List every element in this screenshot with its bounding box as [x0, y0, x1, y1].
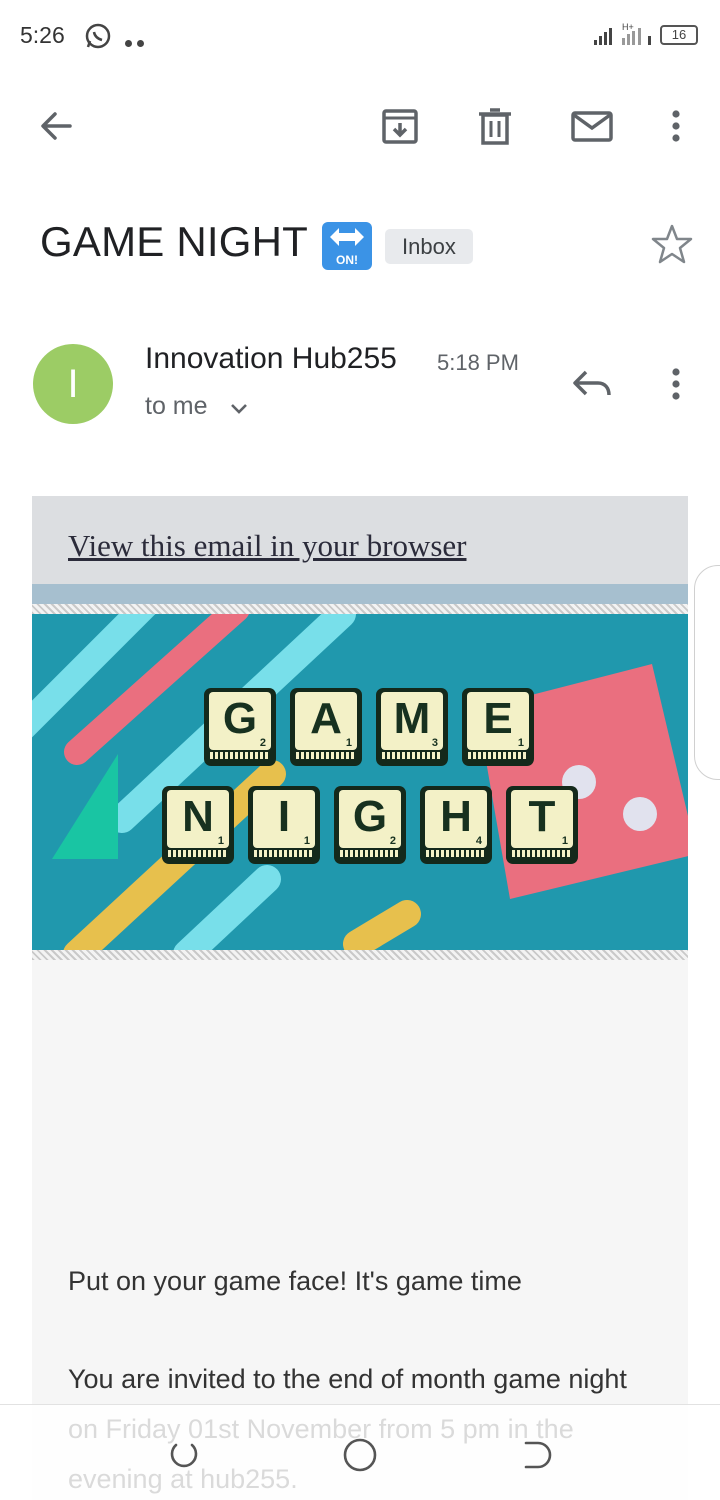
hatch-divider-top: [32, 604, 688, 614]
edge-panel-handle[interactable]: [694, 565, 720, 780]
battery-icon: 16: [660, 25, 698, 45]
arrow-left-icon: [41, 112, 72, 140]
letter-tile: E1: [462, 688, 534, 766]
game-night-banner: G2 A1 M3 E1 N1 I1 G2 H4 T 1: [32, 614, 688, 950]
tile-points: 1: [345, 737, 352, 749]
mail-icon: [571, 111, 613, 142]
tile-points: 1: [217, 835, 224, 847]
more-vertical-icon: [672, 110, 680, 142]
status-bar: 5:26 H+ 16: [0, 0, 720, 72]
left-right-arrow-icon: [330, 228, 364, 246]
letter-tile: A1: [290, 688, 362, 766]
header-strip: [32, 584, 688, 604]
back-nav-icon[interactable]: [516, 1435, 556, 1475]
notification-dots-icon: [125, 34, 149, 52]
letter-tile: G2: [334, 786, 406, 864]
more-options-button[interactable]: [646, 80, 706, 172]
email-body: View this email in your browser G2 A1 M3: [32, 496, 688, 1500]
emoji-label: ON!: [336, 253, 358, 267]
view-in-browser-bar: View this email in your browser: [32, 496, 688, 584]
tile-points: 1: [561, 835, 568, 847]
reply-button[interactable]: [568, 360, 616, 408]
hatch-divider-bottom: [32, 950, 688, 960]
status-time: 5:26: [20, 22, 65, 48]
mark-unread-button[interactable]: [562, 80, 622, 172]
star-button[interactable]: [648, 220, 696, 268]
tile-points: 2: [389, 835, 396, 847]
intro-paragraph: Put on your game face! It's game time: [68, 1266, 522, 1296]
back-button[interactable]: [26, 80, 86, 172]
signal-icon: H+: [594, 22, 651, 45]
recent-apps-icon[interactable]: [164, 1435, 204, 1475]
network-type: H+: [622, 22, 634, 32]
tile-points: 1: [517, 737, 524, 749]
tile-points: 2: [259, 737, 266, 749]
sender-name: Innovation Hub255: [145, 342, 397, 375]
inbox-label-chip[interactable]: Inbox: [385, 229, 473, 264]
reply-icon: [573, 370, 611, 396]
message-more-button[interactable]: [652, 360, 700, 408]
on-arrow-emoji-icon: ON!: [322, 222, 372, 270]
home-icon[interactable]: [340, 1435, 380, 1475]
letter-tile: G2: [204, 688, 276, 766]
sender-avatar[interactable]: I: [33, 344, 113, 424]
email-toolbar: [0, 80, 720, 172]
email-time: 5:18 PM: [437, 350, 519, 375]
tile-points: 3: [431, 737, 438, 749]
recipient-toggle[interactable]: to me: [145, 392, 208, 421]
chevron-down-icon[interactable]: [228, 398, 250, 420]
letter-tile: H4: [420, 786, 492, 864]
letter-tile: M3: [376, 688, 448, 766]
archive-icon: [382, 109, 418, 144]
trash-icon: [479, 108, 511, 145]
archive-button[interactable]: [370, 80, 430, 172]
view-in-browser-link[interactable]: View this email in your browser: [68, 528, 466, 564]
letter-tile: I1: [248, 786, 320, 864]
email-subject: GAME NIGHT: [40, 218, 309, 265]
tile-points: 1: [303, 835, 310, 847]
whatsapp-icon: [85, 23, 111, 49]
system-nav-bar: [0, 1404, 720, 1500]
letter-tile: T1: [506, 786, 578, 864]
banner-decoration: [32, 614, 688, 950]
letter-tile: N1: [162, 786, 234, 864]
star-outline-icon: [651, 224, 693, 264]
more-vertical-icon: [672, 368, 680, 400]
delete-button[interactable]: [465, 80, 525, 172]
tile-points: 4: [475, 835, 482, 847]
